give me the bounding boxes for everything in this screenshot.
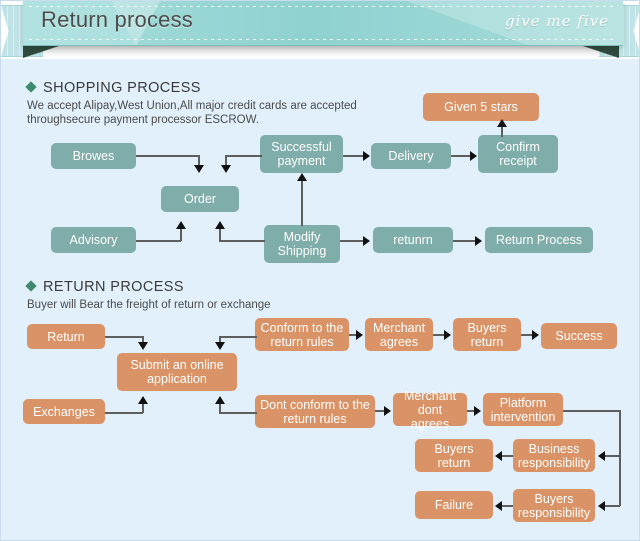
ribbon-fold-right bbox=[583, 46, 619, 58]
flow-box-return[interactable]: Return bbox=[27, 324, 105, 349]
connector-platform-down bbox=[619, 410, 621, 506]
connector-dont-conform-left-vert bbox=[219, 404, 221, 413]
header-banner: Return process give me five bbox=[1, 1, 639, 59]
connector-browes-to-order bbox=[136, 155, 199, 157]
arrowhead-retunrn-to-return-process bbox=[475, 236, 482, 246]
connector-modify-left-vert bbox=[219, 229, 221, 241]
arrowhead-dont-conform-left bbox=[215, 396, 225, 404]
connector-exchanges-to-submit-vert bbox=[142, 404, 144, 413]
page-root: Return process give me five SHOPPING PRO… bbox=[0, 0, 640, 541]
flow-box-delivery[interactable]: Delivery bbox=[371, 143, 451, 169]
flow-box-merchant-dont-agrees[interactable]: Merchant dont agrees bbox=[393, 389, 467, 431]
flow-box-browes[interactable]: Browes bbox=[51, 143, 136, 169]
arrowhead-return-to-submit bbox=[138, 342, 148, 350]
connector-modify-to-retunrn bbox=[340, 240, 365, 242]
arrowhead-modify-left bbox=[215, 221, 225, 229]
shopping-process-section: SHOPPING PROCESS We accept Alipay,West U… bbox=[25, 80, 357, 127]
connector-conform-left bbox=[219, 336, 257, 338]
connector-return-to-submit bbox=[105, 336, 143, 338]
connector-dont-conform-left bbox=[219, 412, 257, 414]
shopping-process-subtitle-line2: throughsecure payment processor ESCROW. bbox=[27, 114, 260, 126]
arrowhead-merchant-to-buyers bbox=[444, 330, 451, 340]
arrowhead-confirm-to-stars bbox=[497, 119, 507, 127]
arrowhead-business-to-buyers-return bbox=[495, 451, 502, 461]
arrowhead-conform-left bbox=[215, 342, 225, 350]
connector-platform-right bbox=[563, 410, 621, 412]
return-process-section: RETURN PROCESS Buyer will Bear the freig… bbox=[25, 279, 271, 312]
flow-box-conform-rules[interactable]: Conform to the return rules bbox=[255, 318, 349, 351]
arrowhead-buyers-resp-to-failure bbox=[495, 501, 502, 511]
flow-box-order[interactable]: Order bbox=[161, 186, 239, 212]
connector-delivery-to-confirm bbox=[451, 155, 472, 157]
arrowhead-modify-to-payment bbox=[297, 173, 307, 181]
return-process-heading: RETURN PROCESS bbox=[25, 279, 271, 295]
arrowhead-advisory bbox=[176, 221, 186, 229]
flow-box-successful-payment[interactable]: Successful payment bbox=[260, 135, 343, 173]
flow-box-dont-conform-rules[interactable]: Dont conform to the return rules bbox=[255, 395, 375, 428]
arrowhead-payment-left bbox=[221, 165, 231, 173]
arrowhead-merchant-dont-to-platform bbox=[474, 406, 481, 416]
flow-box-buyers-return-bottom[interactable]: Buyers return bbox=[415, 439, 493, 472]
flow-box-confirm-receipt[interactable]: Confirm receipt bbox=[478, 135, 558, 173]
connector-payment-to-delivery bbox=[343, 155, 365, 157]
connector-platform-to-business bbox=[605, 455, 620, 457]
connector-exchanges-to-submit bbox=[105, 412, 143, 414]
arrowhead-buyers-to-success bbox=[532, 330, 539, 340]
banner-tagline: give me five bbox=[504, 12, 609, 30]
ribbon-fold-left bbox=[23, 46, 59, 58]
connector-advisory-vert bbox=[180, 229, 182, 241]
flow-box-submit-application[interactable]: Submit an online application bbox=[117, 353, 237, 391]
diamond-bullet-icon bbox=[25, 81, 37, 93]
connector-business-to-buyers-return bbox=[501, 455, 513, 457]
arrowhead-delivery-to-confirm bbox=[470, 151, 477, 161]
connector-retunrn-to-return-process bbox=[453, 240, 477, 242]
flow-box-advisory[interactable]: Advisory bbox=[51, 227, 136, 253]
arrowhead-browes-to-order bbox=[194, 165, 204, 173]
flow-box-business-responsibility[interactable]: Business responsibility bbox=[513, 439, 595, 472]
return-process-subtitle: Buyer will Bear the freight of return or… bbox=[27, 299, 271, 311]
connector-modify-to-payment bbox=[301, 181, 303, 226]
diamond-bullet-icon-2 bbox=[25, 280, 37, 292]
banner-body: Return process give me five bbox=[23, 1, 623, 46]
connector-advisory bbox=[136, 240, 181, 242]
arrowhead-exchanges-to-submit bbox=[138, 396, 148, 404]
arrowhead-conform-to-merchant bbox=[356, 330, 363, 340]
shopping-process-subtitle: We accept Alipay,West Union,All major cr… bbox=[27, 99, 357, 127]
flow-box-buyers-return-top[interactable]: Buyers return bbox=[453, 318, 521, 351]
flow-box-merchant-agrees[interactable]: Merchant agrees bbox=[365, 318, 433, 351]
flow-box-given-5-stars[interactable]: Given 5 stars bbox=[423, 93, 539, 121]
arrowhead-platform-to-business bbox=[598, 451, 605, 461]
flow-box-buyers-responsibility[interactable]: Buyers responsibility bbox=[513, 489, 595, 522]
page-title: Return process bbox=[41, 7, 193, 32]
arrowhead-modify-to-retunrn bbox=[363, 236, 370, 246]
arrowhead-payment-to-delivery bbox=[363, 151, 370, 161]
flow-box-exchanges[interactable]: Exchanges bbox=[23, 399, 105, 424]
return-process-heading-text: RETURN PROCESS bbox=[43, 279, 184, 295]
shopping-process-heading-text: SHOPPING PROCESS bbox=[43, 80, 201, 96]
connector-confirm-to-stars bbox=[501, 127, 503, 137]
shopping-process-heading: SHOPPING PROCESS bbox=[25, 80, 357, 96]
arrowhead-platform-to-buyers-resp bbox=[598, 501, 605, 511]
flow-box-failure[interactable]: Failure bbox=[415, 491, 493, 519]
connector-buyers-resp-to-failure bbox=[501, 505, 513, 507]
banner-shadow bbox=[35, 46, 611, 57]
flow-box-retunrn[interactable]: retunrn bbox=[373, 227, 453, 253]
flow-box-modify-shipping[interactable]: Modify Shipping bbox=[264, 225, 340, 263]
connector-platform-to-buyers-resp bbox=[605, 505, 620, 507]
connector-payment-left bbox=[225, 155, 262, 157]
connector-modify-left bbox=[219, 240, 265, 242]
shopping-process-subtitle-line1: We accept Alipay,West Union,All major cr… bbox=[27, 100, 357, 112]
flow-box-return-process[interactable]: Return Process bbox=[485, 227, 593, 253]
flow-box-success[interactable]: Success bbox=[541, 323, 617, 349]
flow-box-platform-intervention[interactable]: Platform intervention bbox=[483, 393, 563, 426]
arrowhead-dont-conform-to-merchant bbox=[384, 406, 391, 416]
